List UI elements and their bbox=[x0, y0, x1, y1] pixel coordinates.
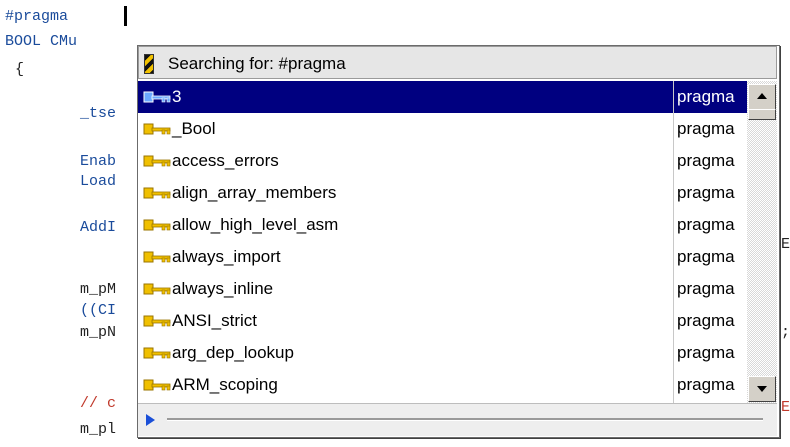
autocomplete-popup[interactable]: Searching for: #pragma 3 pragma _Bool pr… bbox=[137, 45, 780, 438]
item-kind: pragma bbox=[677, 87, 735, 106]
completion-item[interactable]: always_inline pragma bbox=[138, 273, 751, 305]
item-kind: pragma bbox=[677, 215, 735, 234]
item-name: allow_high_level_asm bbox=[172, 215, 339, 234]
code-line: m_pl bbox=[80, 421, 117, 438]
completion-item[interactable]: access_errors pragma bbox=[138, 145, 751, 177]
key-icon bbox=[143, 283, 171, 295]
key-icon bbox=[143, 91, 171, 103]
search-header: Searching for: #pragma bbox=[138, 46, 777, 79]
key-icon bbox=[143, 155, 171, 167]
code-line: Enab bbox=[80, 153, 117, 170]
completion-item[interactable]: _Bool pragma bbox=[138, 113, 751, 145]
code-line: BOOL CMu bbox=[5, 33, 78, 50]
column-divider bbox=[673, 81, 674, 403]
item-name: ANSI_strict bbox=[172, 311, 258, 330]
search-label: Searching for: #pragma bbox=[168, 54, 346, 73]
code-line: m_pN bbox=[80, 324, 117, 341]
code-line: m_pM bbox=[80, 281, 117, 298]
arrow-up-icon bbox=[757, 93, 767, 99]
code-fragment: E bbox=[781, 399, 790, 416]
item-name: ARM_scoping bbox=[172, 375, 278, 394]
popup-footer bbox=[138, 403, 777, 436]
item-name: always_inline bbox=[172, 279, 274, 298]
item-name: access_errors bbox=[172, 151, 279, 170]
item-kind: pragma bbox=[677, 375, 735, 394]
key-icon bbox=[143, 379, 171, 391]
code-comment: // c bbox=[80, 395, 117, 412]
item-kind: pragma bbox=[677, 343, 735, 362]
completion-item[interactable]: always_import pragma bbox=[138, 241, 751, 273]
vertical-scrollbar[interactable] bbox=[747, 81, 777, 403]
code-fragment: E bbox=[781, 236, 790, 253]
item-kind: pragma bbox=[677, 311, 735, 330]
item-kind: pragma bbox=[677, 151, 735, 170]
code-line: Load bbox=[80, 173, 117, 190]
key-icon bbox=[143, 123, 171, 135]
arrow-down-icon bbox=[757, 386, 767, 392]
key-icon bbox=[143, 315, 171, 327]
code-line: #pragma bbox=[5, 8, 69, 25]
key-icon bbox=[143, 251, 171, 263]
completion-item[interactable]: ARM_scoping pragma bbox=[138, 369, 751, 401]
search-status-icon bbox=[144, 54, 154, 74]
item-name: align_array_members bbox=[172, 183, 337, 202]
code-fragment: ; bbox=[781, 324, 790, 341]
code-line: AddI bbox=[80, 219, 117, 236]
item-name: arg_dep_lookup bbox=[172, 343, 294, 362]
completion-item[interactable]: 3 pragma bbox=[138, 81, 751, 113]
completion-item[interactable]: align_array_members pragma bbox=[138, 177, 751, 209]
item-name: 3 bbox=[172, 87, 182, 106]
item-kind: pragma bbox=[677, 247, 735, 266]
completion-item[interactable]: allow_high_level_asm pragma bbox=[138, 209, 751, 241]
scroll-up-button[interactable] bbox=[748, 84, 776, 110]
item-kind: pragma bbox=[677, 183, 735, 202]
code-line: { bbox=[15, 61, 25, 78]
completion-item[interactable]: arg_dep_lookup pragma bbox=[138, 337, 751, 369]
key-icon bbox=[143, 219, 171, 231]
key-icon bbox=[143, 187, 171, 199]
scroll-thumb[interactable] bbox=[748, 109, 776, 120]
text-caret bbox=[124, 6, 127, 26]
code-line: ((CI bbox=[80, 302, 117, 319]
item-name: always_import bbox=[172, 247, 281, 266]
item-name: _Bool bbox=[172, 119, 216, 138]
completion-item[interactable]: ANSI_strict pragma bbox=[138, 305, 751, 337]
item-kind: pragma bbox=[677, 119, 735, 138]
play-arrow-icon[interactable] bbox=[146, 414, 155, 426]
scroll-down-button[interactable] bbox=[748, 376, 776, 402]
key-icon bbox=[143, 347, 171, 359]
code-line: _tse bbox=[80, 105, 117, 122]
footer-slider-track[interactable] bbox=[167, 418, 763, 421]
item-kind: pragma bbox=[677, 279, 735, 298]
